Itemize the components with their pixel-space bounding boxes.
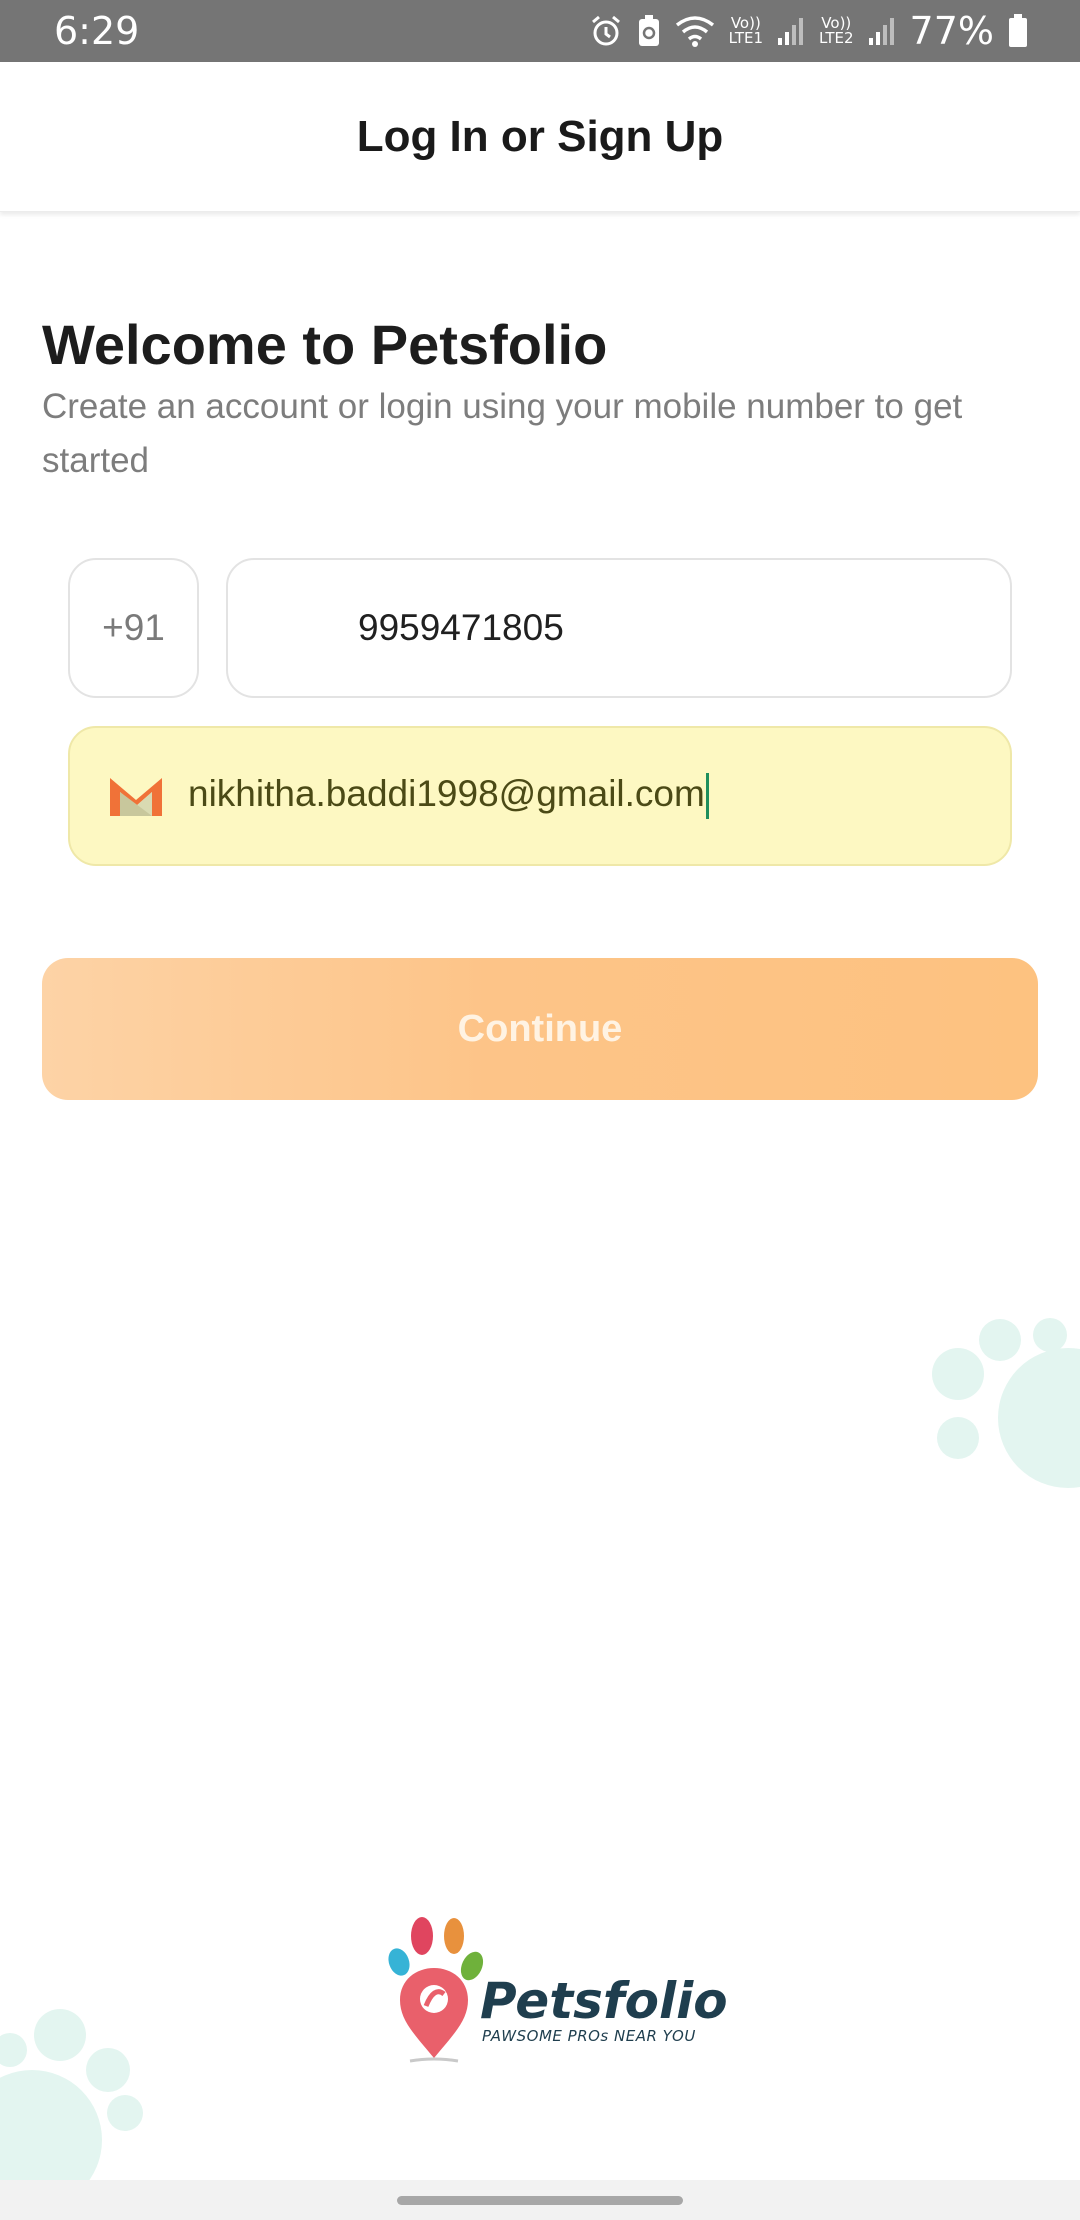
phone-input[interactable]: 9959471805	[226, 558, 1012, 698]
welcome-subtitle: Create an account or login using your mo…	[42, 387, 963, 480]
continue-button[interactable]: Continue	[42, 958, 1038, 1100]
phone-value: 9959471805	[358, 607, 564, 648]
sim1-indicator: Vo)) LTE1	[729, 16, 763, 46]
email-text: nikhitha.baddi1998@gmail.com	[188, 772, 705, 814]
logo-name: Petsfolio	[480, 1972, 728, 2030]
country-code-selector[interactable]: +91	[68, 558, 199, 698]
battery-icon	[1009, 14, 1027, 47]
sim2-label: LTE2	[819, 29, 854, 47]
battery-percent: 77%	[909, 9, 994, 53]
welcome-title: Welcome to Petsfolio	[42, 313, 608, 376]
signal-icon	[778, 18, 804, 45]
paw-decoration-right	[932, 1318, 1080, 1488]
app-header: Log In or Sign Up	[0, 62, 1080, 212]
wifi-icon	[675, 16, 714, 47]
status-icons: Vo)) LTE1 Vo)) LTE2 77%	[589, 9, 1028, 53]
status-bar: 6:29 Vo)) LTE1 Vo)) LTE2 77%	[0, 0, 1080, 62]
paw-pin-icon	[388, 1917, 484, 2063]
sim1-label: LTE1	[728, 29, 764, 47]
home-indicator[interactable]	[397, 2195, 683, 2205]
alarm-icon	[591, 15, 620, 46]
signal-icon	[868, 18, 894, 45]
continue-label: Continue	[457, 1007, 623, 1050]
page-title: Log In or Sign Up	[356, 111, 724, 161]
status-time: 6:29	[54, 9, 140, 53]
battery-saver-icon	[638, 15, 659, 46]
country-code-value: +91	[102, 607, 165, 648]
petsfolio-logo: Petsfolio PAWSOME PROs NEAR YOU	[386, 1916, 728, 2066]
paw-decoration-left	[0, 2009, 143, 2180]
text-caret	[705, 773, 709, 820]
logo-tagline: PAWSOME PROs NEAR YOU	[482, 2027, 696, 2045]
email-input[interactable]: nikhitha.baddi1998@gmail.com	[68, 726, 1012, 866]
email-value: nikhitha.baddi1998@gmail.com	[188, 772, 709, 820]
gmail-icon	[110, 778, 162, 816]
sim2-indicator: Vo)) LTE2	[819, 16, 853, 46]
navigation-bar	[0, 2180, 1080, 2220]
